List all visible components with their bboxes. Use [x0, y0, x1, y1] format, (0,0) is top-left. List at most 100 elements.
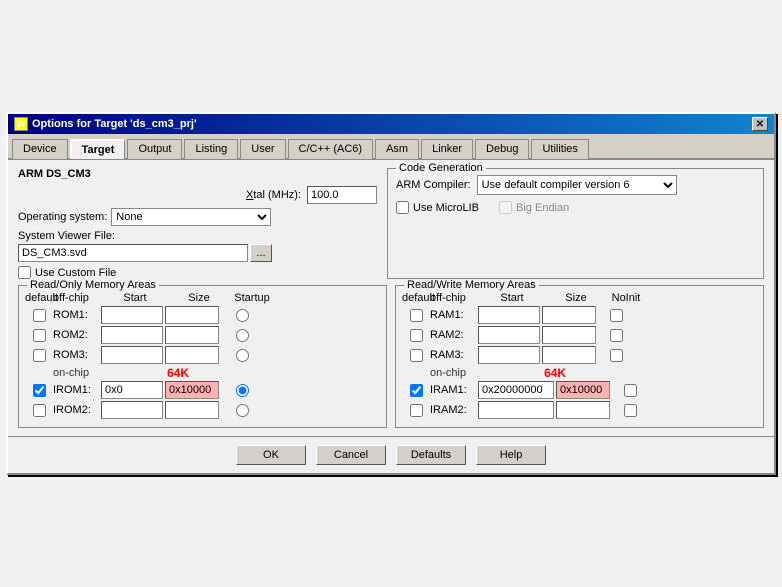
ram3-row: RAM3: — [402, 346, 757, 364]
read-only-label: Read/Only Memory Areas — [27, 279, 159, 291]
xtal-row: Xtal (MHz): — [18, 186, 377, 204]
options-dialog: W Options for Target 'ds_cm3_prj' ✕ Devi… — [6, 112, 776, 475]
irom2-startup[interactable] — [236, 404, 249, 417]
iram2-default-check[interactable] — [410, 404, 423, 417]
iram1-label: IRAM1: — [430, 384, 478, 396]
code-gen-label: Code Generation — [396, 162, 486, 174]
iram2-start[interactable] — [478, 401, 554, 419]
ram1-row: RAM1: — [402, 306, 757, 324]
tab-utilities[interactable]: Utilities — [531, 139, 588, 159]
iram1-start[interactable] — [478, 381, 554, 399]
ram1-noinit[interactable] — [610, 309, 623, 322]
irom1-start[interactable] — [101, 381, 163, 399]
rom1-default-check[interactable] — [33, 309, 46, 322]
close-button[interactable]: ✕ — [752, 117, 768, 131]
read-only-group: Read/Only Memory Areas default off-chip … — [18, 285, 387, 428]
microlib-checkbox[interactable] — [396, 201, 409, 214]
svf-input[interactable] — [18, 244, 248, 262]
tab-device[interactable]: Device — [12, 139, 68, 159]
big-endian-checkbox[interactable] — [499, 201, 512, 214]
rom3-start[interactable] — [101, 346, 163, 364]
compiler-select[interactable]: Use default compiler version 6 — [477, 175, 677, 195]
iram2-noinit[interactable] — [624, 404, 637, 417]
iram2-size[interactable] — [556, 401, 610, 419]
rom3-label: ROM3: — [53, 349, 101, 361]
big-endian-item: Big Endian — [499, 201, 569, 214]
rom1-size[interactable] — [165, 306, 219, 324]
ram3-label: RAM3: — [430, 349, 478, 361]
ram2-start[interactable] — [478, 326, 540, 344]
irom1-label: IROM1: — [53, 384, 101, 396]
irom1-default-check[interactable] — [33, 384, 46, 397]
defaults-button[interactable]: Defaults — [396, 445, 466, 465]
compiler-row: ARM Compiler: Use default compiler versi… — [396, 175, 755, 195]
rom3-startup[interactable] — [236, 349, 249, 362]
left-top: ARM DS_CM3 Xtal (MHz): Operating system:… — [18, 168, 377, 279]
ram2-size[interactable] — [542, 326, 596, 344]
rw-header-size: Size — [546, 292, 606, 304]
rom3-row: ROM3: — [25, 346, 380, 364]
ram3-noinit[interactable] — [610, 349, 623, 362]
ram1-default-check[interactable] — [410, 309, 423, 322]
help-button[interactable]: Help — [476, 445, 546, 465]
ram3-size[interactable] — [542, 346, 596, 364]
header-size: Size — [169, 292, 229, 304]
os-row: Operating system: None — [18, 208, 377, 226]
rw-64k-label: 64K — [528, 366, 582, 380]
custom-file-checkbox[interactable] — [18, 266, 31, 279]
tab-output[interactable]: Output — [127, 139, 182, 159]
ram1-size[interactable] — [542, 306, 596, 324]
rw-header-offchip: off-chip — [430, 292, 478, 304]
browse-button[interactable]: ... — [250, 244, 272, 262]
rom2-start[interactable] — [101, 326, 163, 344]
irom1-startup[interactable] — [236, 384, 249, 397]
compiler-label: ARM Compiler: — [396, 179, 471, 191]
tab-asm[interactable]: Asm — [375, 139, 419, 159]
irom2-default-check[interactable] — [33, 404, 46, 417]
titlebar: W Options for Target 'ds_cm3_prj' ✕ — [8, 114, 774, 134]
iram1-row: IRAM1: — [402, 381, 757, 399]
read-write-group: Read/Write Memory Areas default off-chip… — [395, 285, 764, 428]
section-title: ARM DS_CM3 — [18, 168, 377, 180]
ram2-default-check[interactable] — [410, 329, 423, 342]
irom1-size[interactable] — [165, 381, 219, 399]
ok-button[interactable]: OK — [236, 445, 306, 465]
rom2-size[interactable] — [165, 326, 219, 344]
irom2-label: IROM2: — [53, 404, 101, 416]
rom2-default-check[interactable] — [33, 329, 46, 342]
svf-input-row: ... — [18, 244, 377, 262]
big-endian-label: Big Endian — [516, 202, 569, 214]
irom2-size[interactable] — [165, 401, 219, 419]
cancel-button[interactable]: Cancel — [316, 445, 386, 465]
microlib-label: Use MicroLIB — [413, 202, 479, 214]
xtal-label: Xtal (MHz): — [246, 189, 301, 201]
rom2-row: ROM2: — [25, 326, 380, 344]
iram1-default-check[interactable] — [410, 384, 423, 397]
rom1-start[interactable] — [101, 306, 163, 324]
ram3-default-check[interactable] — [410, 349, 423, 362]
read-only-header: default off-chip Start Size Startup — [25, 292, 380, 304]
rom1-startup[interactable] — [236, 309, 249, 322]
ram3-start[interactable] — [478, 346, 540, 364]
ram2-noinit[interactable] — [610, 329, 623, 342]
window-title: Options for Target 'ds_cm3_prj' — [32, 118, 197, 130]
tab-linker[interactable]: Linker — [421, 139, 473, 159]
custom-file-label: Use Custom File — [35, 267, 116, 279]
tab-target[interactable]: Target — [70, 139, 126, 159]
tab-debug[interactable]: Debug — [475, 139, 529, 159]
os-select[interactable]: None — [111, 208, 271, 226]
iram1-noinit[interactable] — [624, 384, 637, 397]
ram1-start[interactable] — [478, 306, 540, 324]
rw-on-chip-label: on-chip — [430, 367, 466, 379]
irom2-start[interactable] — [101, 401, 163, 419]
os-label: Operating system: — [18, 211, 107, 223]
xtal-input[interactable] — [307, 186, 377, 204]
rom1-label: ROM1: — [53, 309, 101, 321]
iram1-size[interactable] — [556, 381, 610, 399]
rom3-size[interactable] — [165, 346, 219, 364]
tab-cpp[interactable]: C/C++ (AC6) — [288, 139, 374, 159]
rom2-startup[interactable] — [236, 329, 249, 342]
rom3-default-check[interactable] — [33, 349, 46, 362]
tab-user[interactable]: User — [240, 139, 285, 159]
tab-listing[interactable]: Listing — [184, 139, 238, 159]
